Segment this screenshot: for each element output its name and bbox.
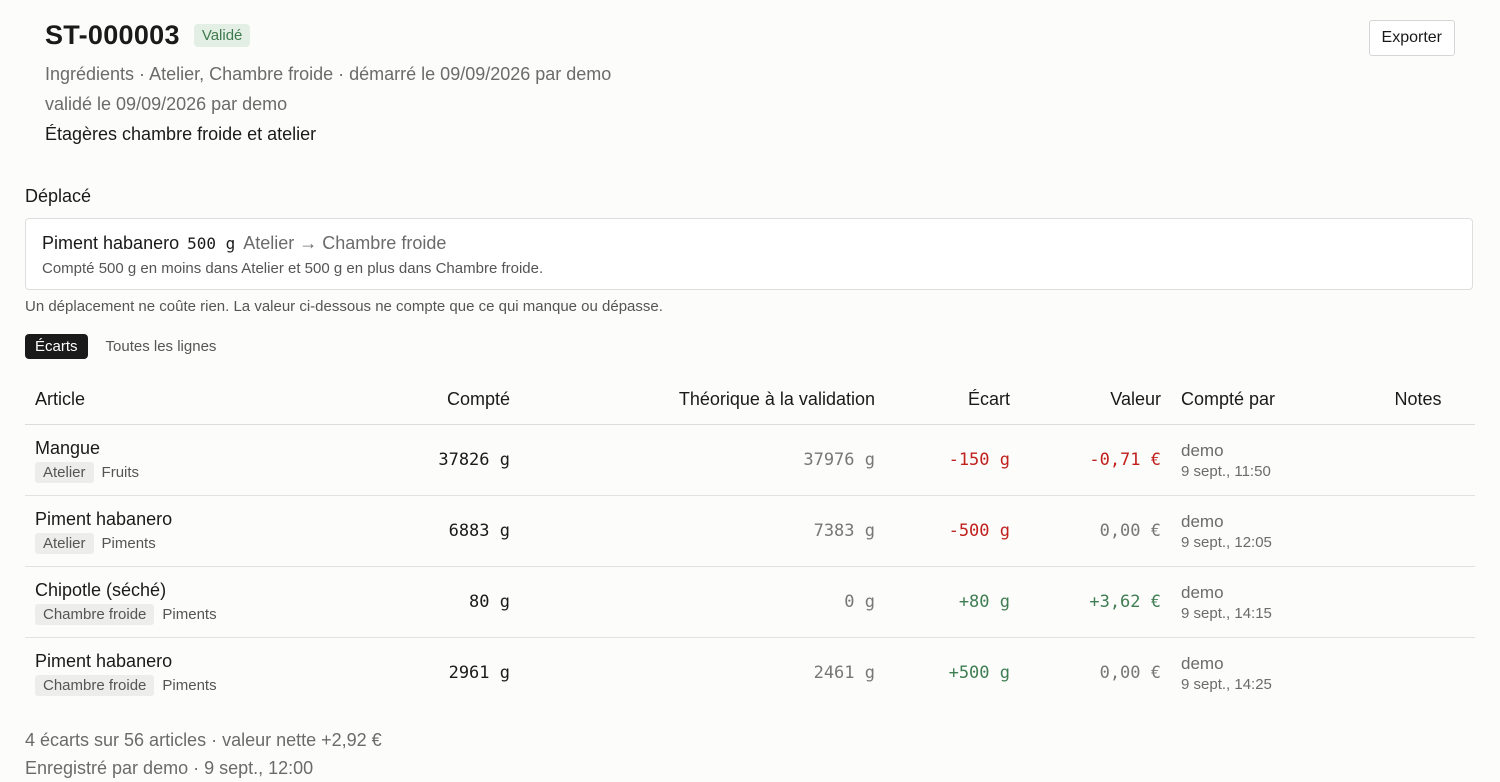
diff-value: +500 g xyxy=(948,663,1010,683)
page-meta: Ingrédients · Atelier, Chambre froide · … xyxy=(45,59,1455,119)
col-article: Article xyxy=(25,374,325,425)
moved-summary: Piment habanero 500 g Atelier → Chambre … xyxy=(42,233,1456,254)
notes-cell xyxy=(1361,566,1475,638)
counted-value: 6883 g xyxy=(325,495,520,567)
counted-by-user: demo xyxy=(1181,582,1224,602)
counted-by-time: 9 sept., 11:50 xyxy=(1181,462,1271,480)
table-row[interactable]: Piment habanero Atelier Piments 6883 g 73… xyxy=(25,495,1475,567)
counted-by-user: demo xyxy=(1181,653,1224,673)
table-row[interactable]: Piment habanero Chambre froide Piments 29… xyxy=(25,638,1475,709)
location-tag: Chambre froide xyxy=(35,603,155,625)
tab-all-lines[interactable]: Toutes les lignes xyxy=(96,334,227,359)
moved-note: Un déplacement ne coûte rien. La valeur … xyxy=(25,298,663,315)
category-tag: Piments xyxy=(162,676,217,694)
diff-value: -500 g xyxy=(885,495,1020,567)
moved-card: Piment habanero 500 g Atelier → Chambre … xyxy=(25,218,1473,290)
tab-bar: Écarts Toutes les lignes xyxy=(25,334,226,359)
article-name: Piment habanero xyxy=(35,650,173,671)
category-tag: Piments xyxy=(101,534,156,552)
page-title: ST-000003 xyxy=(45,20,180,50)
col-counted-by: Compté par xyxy=(1171,374,1361,425)
table-row[interactable]: Chipotle (séché) Chambre froide Piments 8… xyxy=(25,566,1475,638)
theoretical-value: 0 g xyxy=(520,566,885,638)
notes-cell xyxy=(1361,424,1475,496)
title-row: ST-000003 Validé xyxy=(45,20,1455,51)
variance-table: Article Compté Théorique à la validation… xyxy=(25,374,1475,708)
counted-value: 2961 g xyxy=(448,663,510,683)
notes-cell xyxy=(1361,638,1475,709)
article-name: Piment habanero xyxy=(35,508,173,529)
article-name: Mangue xyxy=(35,437,101,458)
theoretical-value: 37976 g xyxy=(520,424,885,496)
theoretical-value: 2461 g xyxy=(813,663,875,683)
col-value: Valeur xyxy=(1020,374,1171,425)
money-value: 0,00 € xyxy=(1020,495,1171,567)
page-description: Étagères chambre froide et atelier xyxy=(45,124,317,144)
tab-ecarts[interactable]: Écarts xyxy=(25,334,88,359)
counted-value: 80 g xyxy=(325,566,520,638)
col-notes: Notes xyxy=(1361,374,1475,425)
moved-detail: Compté 500 g en moins dans Atelier et 50… xyxy=(42,260,544,277)
money-value: +3,62 € xyxy=(1020,566,1171,638)
col-counted: Compté xyxy=(325,374,520,425)
location-tag: Atelier xyxy=(35,532,94,554)
export-button[interactable]: Exporter xyxy=(1368,20,1455,56)
meta-started: Ingrédients · Atelier, Chambre froide · … xyxy=(45,64,612,84)
col-diff: Écart xyxy=(885,374,1020,425)
money-value: -0,71 € xyxy=(1020,424,1171,496)
footer-summary: 4 écarts sur 56 articles · valeur nette … xyxy=(25,730,382,750)
meta-validated: validé le 09/09/2026 par demo xyxy=(45,94,288,114)
category-tag: Fruits xyxy=(101,463,140,481)
counted-by-time: 9 sept., 14:15 xyxy=(1181,604,1272,622)
money-value: 0,00 € xyxy=(1099,663,1161,683)
moved-route: Atelier → Chambre froide xyxy=(243,233,447,253)
page-header: ST-000003 Validé Ingrédients · Atelier, … xyxy=(45,20,1455,149)
article-name: Chipotle (séché) xyxy=(35,579,167,600)
counted-by-time: 9 sept., 14:25 xyxy=(1181,675,1272,693)
counted-by-time: 9 sept., 12:05 xyxy=(1181,533,1272,551)
table-row[interactable]: Mangue Atelier Fruits 37826 g 37976 g -15… xyxy=(25,424,1475,496)
moved-section-title: Déplacé xyxy=(25,186,92,206)
diff-value: +80 g xyxy=(885,566,1020,638)
col-theoretical: Théorique à la validation xyxy=(520,374,885,425)
category-tag: Piments xyxy=(162,605,217,623)
notes-cell xyxy=(1361,495,1475,567)
location-tag: Atelier xyxy=(35,461,94,483)
theoretical-value: 7383 g xyxy=(520,495,885,567)
diff-value: -150 g xyxy=(885,424,1020,496)
counted-value: 37826 g xyxy=(325,424,520,496)
status-badge: Validé xyxy=(193,24,251,47)
counted-by-user: demo xyxy=(1181,511,1224,531)
counted-by-user: demo xyxy=(1181,440,1224,460)
moved-qty: 500 g xyxy=(187,234,236,253)
moved-item-name: Piment habanero xyxy=(42,233,180,253)
table-header-row: Article Compté Théorique à la validation… xyxy=(25,374,1475,425)
location-tag: Chambre froide xyxy=(35,674,155,696)
page-footer: 4 écarts sur 56 articles · valeur nette … xyxy=(25,726,382,782)
